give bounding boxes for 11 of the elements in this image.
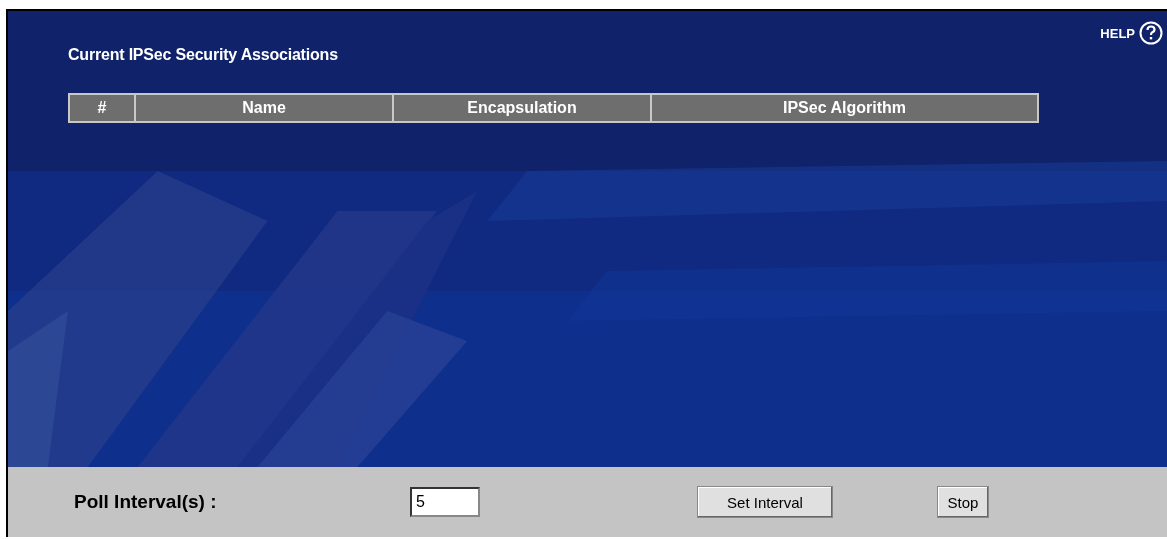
column-header: Name: [134, 95, 392, 121]
set-interval-button[interactable]: Set Interval: [697, 486, 833, 518]
section-title: Current IPSec Security Associations: [68, 46, 338, 64]
stop-button[interactable]: Stop: [937, 486, 989, 518]
help-link[interactable]: HELP: [1100, 21, 1163, 45]
poll-interval-field[interactable]: 5: [410, 487, 480, 517]
help-icon: [1139, 21, 1163, 45]
column-header: IPSec Algorithm: [650, 95, 1037, 121]
column-header: #: [96, 98, 108, 118]
column-header: Encapsulation: [392, 95, 650, 121]
poll-interval-label: Poll Interval(s) :: [74, 491, 218, 513]
